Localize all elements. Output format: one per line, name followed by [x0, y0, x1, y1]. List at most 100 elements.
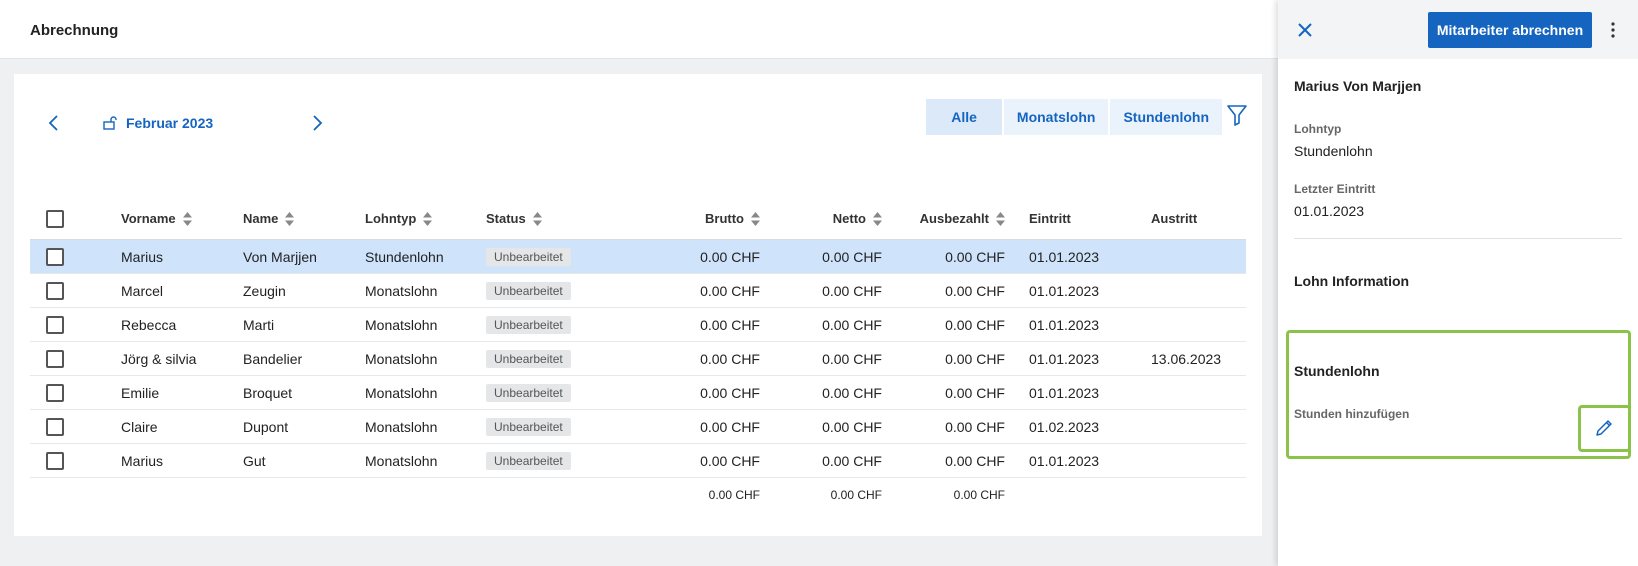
row-checkbox[interactable] [46, 417, 64, 436]
cell-paid: 0.00 CHF [945, 452, 1005, 469]
filter-icon[interactable] [1226, 103, 1248, 127]
row-checkbox[interactable] [46, 247, 64, 266]
cell-status: Unbearbeitet [486, 342, 626, 375]
cell-wage-type: Stundenlohn [365, 248, 444, 265]
table-header-row: Vorname Name Lohntyp Status Brutto Netto… [30, 198, 1246, 240]
cell-brutto: 0.00 CHF [700, 418, 760, 435]
cell-status: Unbearbeitet [486, 240, 626, 273]
total-netto: 0.00 CHF [830, 488, 882, 502]
cell-wage-type: Monatslohn [365, 282, 438, 299]
cell-netto: 0.00 CHF [822, 282, 882, 299]
row-checkbox[interactable] [46, 383, 64, 402]
cell-wage-type: Monatslohn [365, 350, 438, 367]
select-all-checkbox[interactable] [46, 209, 64, 228]
panel-header: Mitarbeiter abrechnen [1278, 0, 1638, 59]
row-checkbox[interactable] [46, 451, 64, 470]
page-title: Abrechnung [30, 22, 119, 39]
status-badge: Unbearbeitet [486, 247, 571, 266]
last-entry-value: 01.01.2023 [1294, 203, 1365, 219]
filter-all-button[interactable]: Alle [926, 99, 1002, 135]
cell-name: Dupont [243, 418, 289, 435]
cell-wage-type: Monatslohn [365, 316, 438, 333]
cell-netto: 0.00 CHF [822, 316, 882, 333]
cell-status: Unbearbeitet [486, 308, 626, 341]
cell-brutto: 0.00 CHF [700, 282, 760, 299]
filter-hourly-button[interactable]: Stundenlohn [1110, 99, 1222, 135]
table-row[interactable]: Marcel Zeugin Monatslohn Unbearbeitet 0.00 C… [30, 274, 1246, 308]
cell-first-name: Marcel [121, 282, 164, 299]
row-checkbox[interactable] [46, 281, 64, 300]
row-checkbox[interactable] [46, 315, 64, 334]
wage-type-value: Stundenlohn [1294, 143, 1373, 159]
cell-netto: 0.00 CHF [822, 350, 882, 367]
cell-exit [1151, 376, 1261, 409]
cell-entry: 01.01.2023 [1029, 384, 1100, 401]
cell-netto: 0.00 CHF [822, 452, 882, 469]
cell-brutto: 0.00 CHF [700, 316, 760, 333]
cell-netto: 0.00 CHF [822, 418, 882, 435]
cell-first-name: Claire [121, 418, 158, 435]
table-row[interactable]: Jörg & silvia Bandelier Monatslohn Unbearbe… [30, 342, 1246, 376]
table-row[interactable]: Claire Dupont Monatslohn Unbearbeitet 0.00 C… [30, 410, 1246, 444]
column-header-name[interactable]: Name [243, 198, 353, 239]
column-header-brutto[interactable]: Brutto [630, 198, 760, 239]
unlock-icon [103, 116, 117, 130]
cell-first-name: Rebecca [121, 316, 177, 333]
column-header-netto[interactable]: Netto [752, 198, 882, 239]
process-employee-button[interactable]: Mitarbeiter abrechnen [1428, 12, 1592, 48]
table-row[interactable]: Marius Von Marjjen Stundenlohn Unbearbeitet… [30, 240, 1246, 274]
column-header-first-name[interactable]: Vorname [121, 198, 231, 239]
status-badge: Unbearbeitet [486, 383, 571, 402]
close-icon[interactable] [1294, 19, 1316, 41]
table-row[interactable]: Marius Gut Monatslohn Unbearbeitet 0.00 CHF 0… [30, 444, 1246, 478]
status-badge: Unbearbeitet [486, 349, 571, 368]
sort-icon [996, 211, 1005, 226]
sort-icon [285, 211, 295, 226]
cell-status: Unbearbeitet [486, 410, 626, 443]
sort-icon [423, 211, 433, 226]
cell-name: Broquet [243, 384, 293, 401]
total-brutto: 0.00 CHF [708, 488, 760, 502]
cell-brutto: 0.00 CHF [700, 248, 760, 265]
total-paid: 0.00 CHF [953, 488, 1005, 502]
table-row[interactable]: Rebecca Marti Monatslohn Unbearbeitet 0.00 C… [30, 308, 1246, 342]
cell-entry: 01.01.2023 [1029, 452, 1100, 469]
cell-paid: 0.00 CHF [945, 418, 1005, 435]
cell-name: Marti [243, 316, 275, 333]
cell-status: Unbearbeitet [486, 274, 626, 307]
cell-paid: 0.00 CHF [945, 282, 1005, 299]
cell-status: Unbearbeitet [486, 444, 626, 477]
cell-first-name: Emilie [121, 384, 160, 401]
sort-icon [532, 211, 542, 226]
more-options-icon[interactable] [1609, 20, 1617, 40]
cell-paid: 0.00 CHF [945, 384, 1005, 401]
row-checkbox[interactable] [46, 349, 64, 368]
column-header-status[interactable]: Status [486, 198, 626, 239]
cell-entry: 01.01.2023 [1029, 282, 1100, 299]
column-header-paid[interactable]: Ausbezahlt [870, 198, 1005, 239]
column-header-wage-type[interactable]: Lohntyp [365, 198, 475, 239]
next-month-button[interactable] [309, 112, 327, 134]
edit-pencil-icon[interactable] [1594, 418, 1614, 438]
table-totals-row: 0.00 CHF 0.00 CHF 0.00 CHF [30, 478, 1246, 512]
cell-name: Gut [243, 452, 266, 469]
employee-detail-panel: Mitarbeiter abrechnen Marius Von Marjjen… [1278, 0, 1638, 566]
column-header-entry: Eintritt [1029, 211, 1071, 226]
previous-month-button[interactable] [44, 112, 62, 134]
cell-exit [1151, 444, 1261, 477]
employee-name: Marius Von Marjjen [1294, 78, 1422, 94]
table-row[interactable]: Emilie Broquet Monatslohn Unbearbeitet 0.00 … [30, 376, 1246, 410]
column-header-exit: Austritt [1151, 211, 1198, 226]
cell-brutto: 0.00 CHF [700, 384, 760, 401]
cell-status: Unbearbeitet [486, 376, 626, 409]
cell-brutto: 0.00 CHF [700, 452, 760, 469]
filter-monthly-button[interactable]: Monatslohn [1003, 99, 1109, 135]
table-body: Marius Von Marjjen Stundenlohn Unbearbeitet… [30, 240, 1246, 478]
cell-paid: 0.00 CHF [945, 316, 1005, 333]
month-selector[interactable]: Februar 2023 [102, 115, 213, 131]
cell-entry: 01.01.2023 [1029, 350, 1100, 367]
cell-exit: 13.06.2023 [1151, 350, 1222, 367]
last-entry-label: Letzter Eintritt [1294, 182, 1376, 196]
cell-first-name: Marius [121, 248, 164, 265]
cell-exit [1151, 308, 1261, 341]
